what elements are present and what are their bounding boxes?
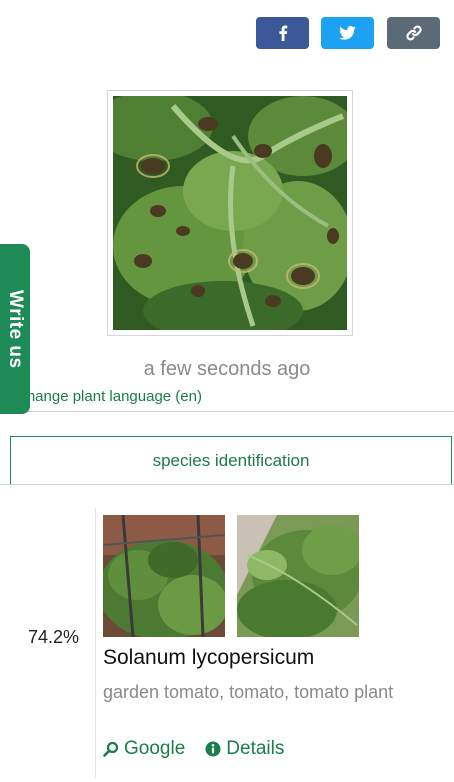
leaf-image [113, 96, 347, 330]
copy-link-button[interactable] [387, 17, 440, 49]
observation-photo-frame [107, 90, 353, 336]
result-links: Google Details [103, 738, 284, 760]
tab-label: species identification [152, 450, 310, 470]
facebook-share-button[interactable] [256, 17, 309, 49]
divider [0, 411, 454, 412]
observation-timestamp: a few seconds ago [143, 358, 311, 380]
google-search-link[interactable]: Google [103, 738, 185, 760]
details-link[interactable]: Details [205, 738, 284, 760]
twitter-share-button[interactable] [321, 17, 374, 49]
change-plant-language-link[interactable]: Change plant language (en) [16, 388, 202, 405]
tomato-plant-image [237, 515, 359, 637]
facebook-icon [278, 25, 287, 41]
result-divider [95, 508, 96, 778]
scientific-name[interactable]: Solanum lycopersicum [103, 646, 314, 670]
write-us-label: Write us [5, 289, 26, 369]
link-icon [405, 25, 422, 41]
twitter-icon [339, 26, 356, 40]
divider [0, 484, 454, 485]
details-link-label: Details [226, 738, 285, 759]
google-link-label: Google [124, 738, 186, 759]
match-score: 74.2% [28, 627, 80, 647]
species-thumbnail[interactable] [103, 515, 225, 637]
info-icon [205, 741, 221, 757]
write-us-tab[interactable]: Write us [0, 244, 30, 414]
tomato-plant-image [103, 515, 225, 637]
observation-photo[interactable] [113, 96, 347, 330]
common-names: garden tomato, tomato, tomato plant [103, 682, 394, 702]
search-icon [103, 741, 119, 757]
tab-species-identification[interactable]: species identification [10, 436, 452, 484]
species-thumbnail[interactable] [237, 515, 359, 637]
